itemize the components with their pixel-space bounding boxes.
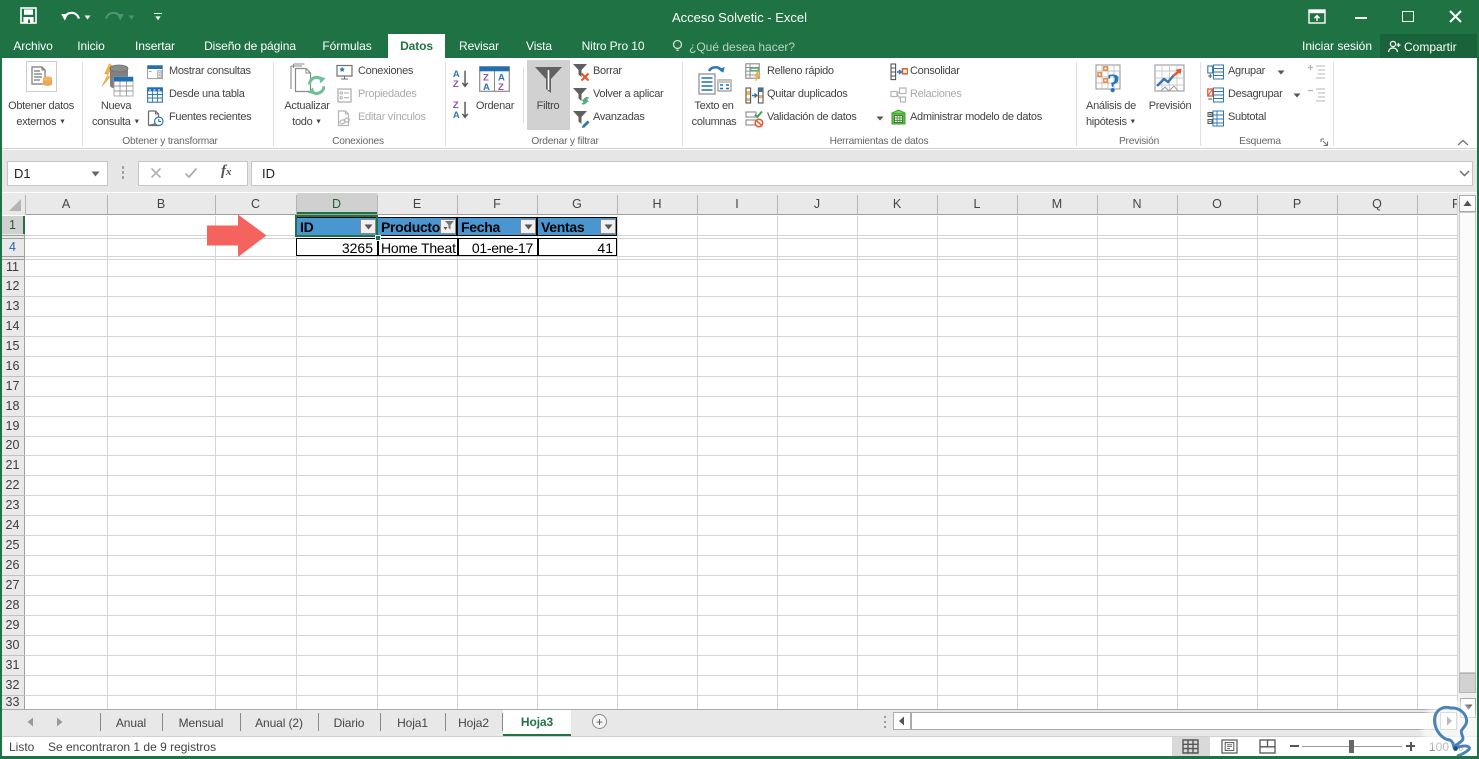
svg-text:?: ?: [1107, 69, 1120, 97]
svg-text:Z: Z: [453, 78, 459, 89]
svg-text:Z: Z: [498, 82, 504, 92]
svg-text:A: A: [483, 82, 490, 92]
